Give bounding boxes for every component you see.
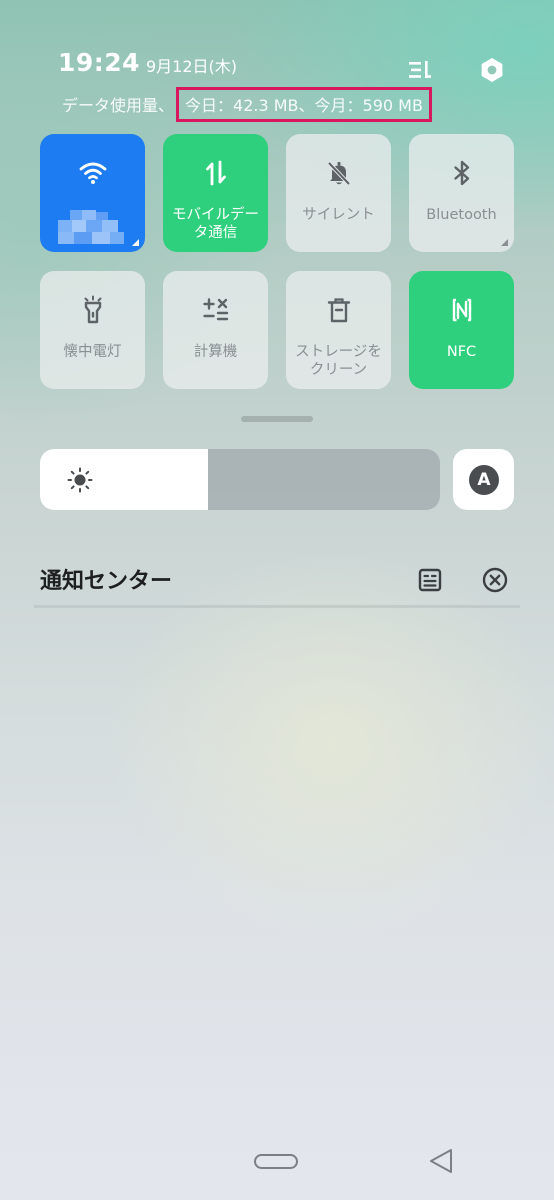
tile-flashlight[interactable]: 懐中電灯: [40, 271, 145, 389]
tile-wifi[interactable]: [40, 134, 145, 252]
tile-clean-storage-label: ストレージを クリーン: [290, 343, 387, 379]
home-button[interactable]: [254, 1154, 298, 1169]
tile-bluetooth-label: Bluetooth: [426, 207, 497, 223]
back-triangle-icon[interactable]: [427, 1147, 455, 1175]
data-usage-prefix: データ使用量、: [62, 96, 175, 115]
sun-icon: [67, 467, 93, 493]
bluetooth-icon: [447, 158, 477, 188]
bell-off-icon: [324, 158, 354, 188]
clock-time: 19:24: [58, 48, 141, 77]
tile-nfc-label: NFC: [446, 344, 477, 360]
calculator-icon: [201, 295, 231, 325]
tile-clean-storage-label-line2: クリーン: [309, 362, 368, 378]
redacted-network-name: [58, 210, 134, 244]
wifi-icon: [78, 158, 108, 188]
flashlight-icon: [78, 295, 108, 325]
edit-tiles-icon[interactable]: [406, 56, 434, 84]
notification-center-title: 通知センター: [40, 569, 173, 594]
tile-mobile-data-label: モバイルデー タ通信: [167, 206, 264, 242]
nfc-icon: [447, 295, 477, 325]
tile-mobile-data-label-line1: モバイルデー: [172, 207, 259, 223]
expand-corner-indicator: [501, 239, 508, 246]
clear-all-icon[interactable]: [481, 566, 509, 594]
notification-divider: [34, 605, 520, 608]
brightness-slider-fill: [40, 449, 208, 510]
tile-mobile-data[interactable]: モバイルデー タ通信: [163, 134, 268, 252]
tile-bluetooth[interactable]: Bluetooth: [409, 134, 514, 252]
data-usage-highlight: 今日：42.3 MB、今月：590 MB: [176, 87, 432, 122]
settings-hexagon-icon[interactable]: [478, 56, 506, 84]
panel-drag-handle[interactable]: [241, 416, 313, 422]
tile-silent-label: サイレント: [302, 207, 375, 223]
auto-brightness-button[interactable]: A: [453, 449, 514, 510]
tile-clean-storage[interactable]: ストレージを クリーン: [286, 271, 391, 389]
quick-settings-grid: モバイルデー タ通信 サイレント Bluetooth 懐中電灯 計算機 ストレー…: [40, 134, 514, 390]
auto-brightness-icon: A: [469, 465, 499, 495]
tile-silent[interactable]: サイレント: [286, 134, 391, 252]
status-header: 19:24 9月12日(木) データ使用量、 今日：42.3 MB、今月：590 …: [58, 46, 518, 122]
tile-nfc[interactable]: NFC: [409, 271, 514, 389]
data-usage-line: データ使用量、 今日：42.3 MB、今月：590 MB: [62, 87, 432, 122]
trash-icon: [324, 295, 354, 325]
tile-calculator[interactable]: 計算機: [163, 271, 268, 389]
tile-clean-storage-label-line1: ストレージを: [295, 344, 382, 360]
tile-calculator-label: 計算機: [193, 344, 238, 360]
tile-mobile-data-label-line2: タ通信: [193, 225, 238, 241]
tile-flashlight-label: 懐中電灯: [63, 344, 122, 360]
expand-corner-indicator: [132, 239, 139, 246]
data-arrows-icon: [201, 158, 231, 188]
brightness-slider[interactable]: [40, 449, 440, 510]
notification-manage-icon[interactable]: [416, 566, 444, 594]
date-label: 9月12日(木): [146, 57, 238, 76]
